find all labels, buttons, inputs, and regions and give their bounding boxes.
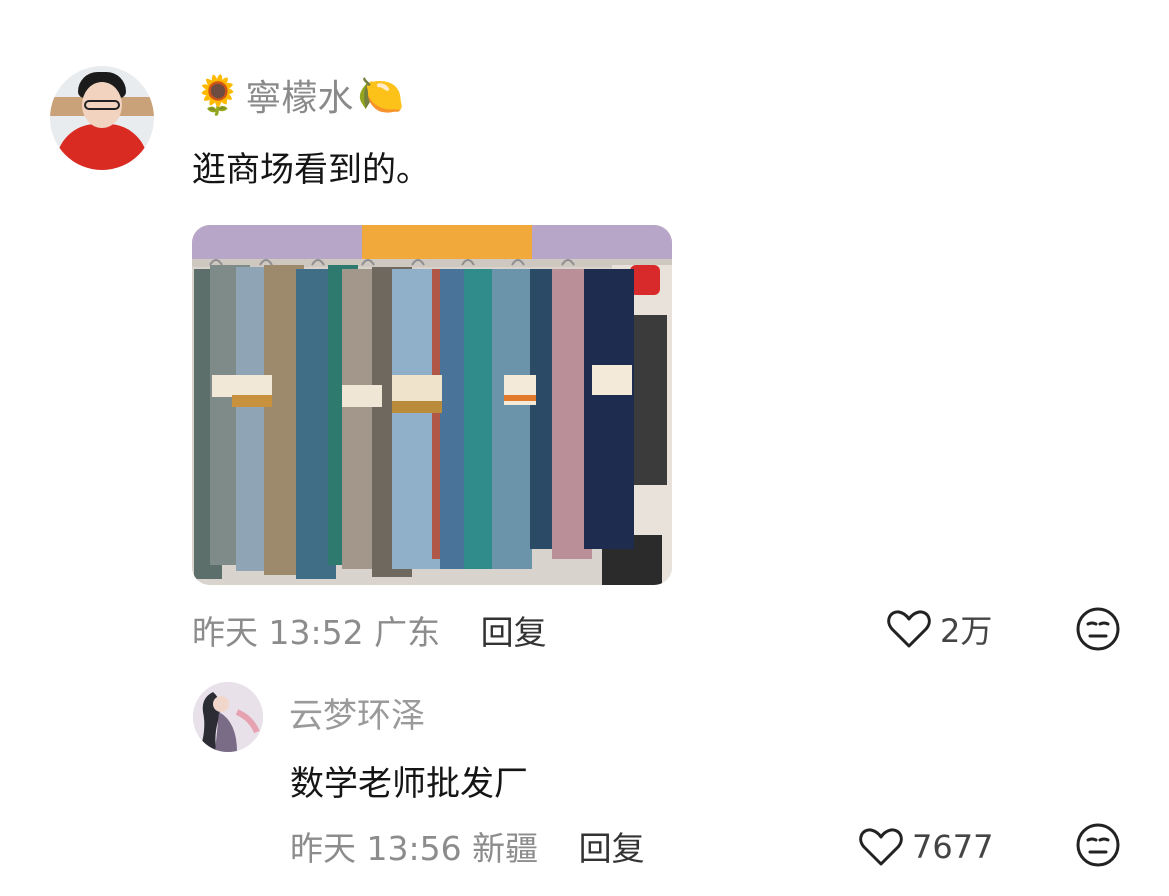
like-button[interactable]: 2万 — [886, 604, 992, 654]
reply-button[interactable]: 回复 — [481, 613, 547, 652]
comment-meta: 昨天 13:52 广东 回复 — [192, 606, 547, 654]
heart-outline-icon — [887, 610, 931, 648]
heart-outline-icon — [859, 828, 903, 866]
lemon-emoji: 🍋 — [357, 73, 405, 117]
reply-like-button[interactable]: 7677 — [858, 822, 993, 872]
reply-avatar[interactable] — [193, 682, 263, 752]
neutral-face-icon[interactable] — [1075, 606, 1121, 656]
reply-user-name[interactable]: 云梦环泽 — [289, 688, 425, 737]
like-count: 2万 — [940, 612, 993, 650]
reply-location: 新疆 — [472, 829, 539, 868]
reply-reply-button[interactable]: 回复 — [579, 829, 645, 868]
neutral-face-icon[interactable] — [1075, 822, 1121, 872]
reply-text: 数学老师批发厂 — [290, 764, 528, 804]
reply-like-count: 7677 — [912, 828, 994, 866]
avatar-glasses — [84, 100, 120, 110]
comment-text: 逛商场看到的。 — [192, 150, 430, 190]
comment-user-name[interactable]: 🌻 寧檬水 🍋 — [194, 66, 405, 124]
avatar-shirt — [56, 124, 148, 170]
avatar[interactable] — [50, 66, 154, 170]
reply-time: 昨天 13:56 — [290, 829, 462, 868]
comment-location: 广东 — [374, 613, 441, 652]
comment-photo[interactable] — [192, 225, 672, 585]
comment-time: 昨天 13:52 — [192, 613, 364, 652]
clothing-rack-image — [192, 225, 672, 585]
sunflower-emoji: 🌻 — [194, 73, 242, 117]
reply-meta: 昨天 13:56 新疆 回复 — [290, 822, 645, 870]
avatar-illustration — [193, 682, 263, 752]
user-name-text: 寧檬水 — [245, 78, 354, 119]
